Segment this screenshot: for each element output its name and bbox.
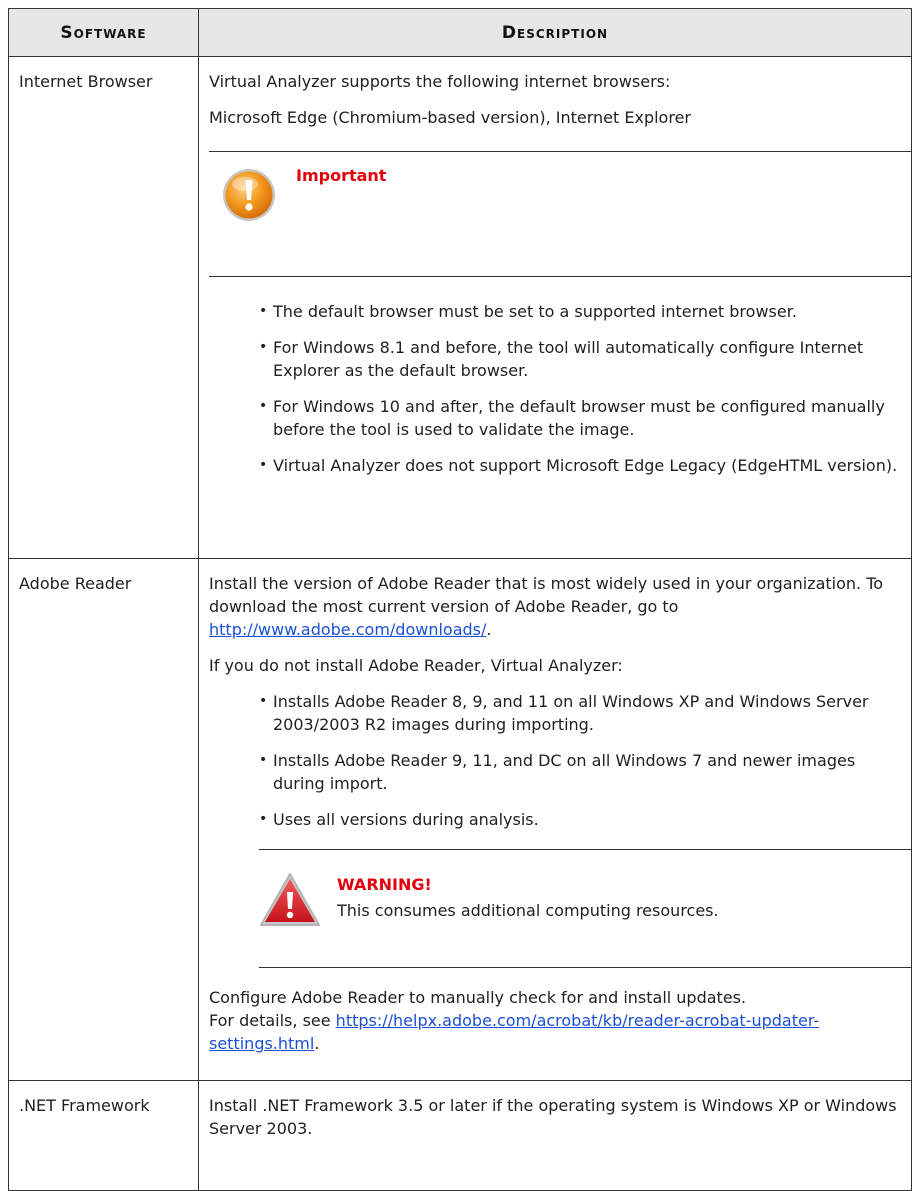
- list-item: For Windows 10 and after, the default br…: [259, 395, 911, 441]
- adobe-install-end: .: [486, 620, 492, 639]
- list-item: The default browser must be set to a sup…: [259, 300, 911, 323]
- adobe-details-prefix: For details, see: [209, 1011, 336, 1030]
- list-item: Virtual Analyzer does not support Micros…: [259, 454, 911, 477]
- browser-intro: Virtual Analyzer supports the following …: [209, 72, 671, 91]
- table-row-internet-browser: Internet Browser Virtual Analyzer suppor…: [8, 56, 912, 559]
- important-notice: Important: [209, 151, 911, 277]
- list-item: Uses all versions during analysis.: [259, 808, 911, 831]
- description-cell: Install the version of Adobe Reader that…: [198, 558, 912, 1081]
- header-description: Description: [198, 8, 912, 57]
- software-requirements-table: Software Description Internet Browser Vi…: [8, 8, 912, 1191]
- list-item: Installs Adobe Reader 9, 11, and DC on a…: [259, 749, 911, 795]
- dotnet-text: Install .NET Framework 3.5 or later if t…: [209, 1096, 897, 1138]
- table-row-dotnet-framework: .NET Framework Install .NET Framework 3.…: [8, 1080, 912, 1191]
- adobe-if-not-text: If you do not install Adobe Reader, Virt…: [209, 656, 623, 675]
- adobe-install-paragraph: Install the version of Adobe Reader that…: [209, 572, 911, 641]
- important-icon: [221, 167, 277, 229]
- adobe-details-end: .: [314, 1034, 320, 1053]
- adobe-bullets: Installs Adobe Reader 8, 9, and 11 on al…: [209, 690, 911, 831]
- software-name: .NET Framework: [8, 1080, 199, 1191]
- adobe-configure-text: Configure Adobe Reader to manually check…: [209, 988, 747, 1007]
- description-cell: Virtual Analyzer supports the following …: [198, 56, 912, 559]
- important-title: Important: [296, 166, 387, 185]
- warning-icon: [259, 872, 321, 934]
- warning-text: This consumes additional computing resou…: [337, 901, 719, 920]
- description-cell: Install .NET Framework 3.5 or later if t…: [198, 1080, 912, 1191]
- software-name: Internet Browser: [8, 56, 199, 559]
- supported-browsers: Microsoft Edge (Chromium-based version),…: [209, 108, 691, 127]
- adobe-download-link[interactable]: http://www.adobe.com/downloads/: [209, 620, 486, 639]
- adobe-configure-paragraph: Configure Adobe Reader to manually check…: [209, 986, 911, 1055]
- adobe-install-text: Install the version of Adobe Reader that…: [209, 574, 884, 616]
- browser-bullets: The default browser must be set to a sup…: [209, 300, 911, 477]
- table-header-row: Software Description: [8, 8, 912, 57]
- warning-notice: WARNING! This consumes additional comput…: [259, 849, 911, 968]
- table-row-adobe-reader: Adobe Reader Install the version of Adob…: [8, 558, 912, 1081]
- warning-title: WARNING!: [337, 875, 432, 894]
- list-item: For Windows 8.1 and before, the tool wil…: [259, 336, 911, 382]
- header-software: Software: [8, 8, 199, 57]
- list-item: Installs Adobe Reader 8, 9, and 11 on al…: [259, 690, 911, 736]
- software-name: Adobe Reader: [8, 558, 199, 1081]
